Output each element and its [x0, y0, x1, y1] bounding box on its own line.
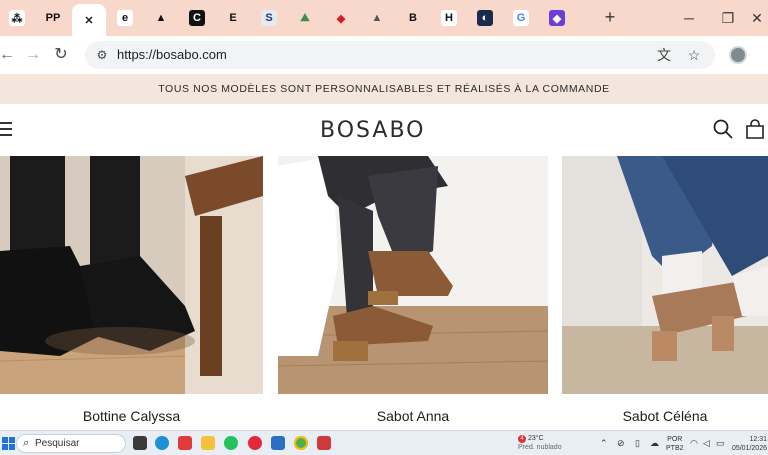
restore-button[interactable]: ❐: [717, 8, 739, 28]
lips-icon: ◆: [336, 12, 346, 25]
battery-icon[interactable]: ▯: [635, 438, 640, 449]
product-name[interactable]: Sabot Anna: [278, 408, 548, 424]
profile-avatar[interactable]: [729, 46, 747, 64]
shopping-bag-icon[interactable]: [744, 118, 766, 140]
task-view-icon[interactable]: [133, 436, 147, 450]
cloud-icon[interactable]: ☁: [650, 438, 659, 449]
close-icon[interactable]: ✕: [81, 12, 97, 28]
language-primary: POR: [667, 436, 683, 443]
pp-icon: PP: [45, 12, 61, 24]
file-explorer-icon[interactable]: [201, 436, 215, 450]
windows-start-icon[interactable]: [2, 437, 15, 450]
browser-tab[interactable]: ✕: [72, 4, 106, 36]
adidas-icon: ▲: [155, 12, 167, 24]
language-secondary: PTB2: [666, 445, 684, 452]
e-italic-icon: E: [229, 12, 237, 24]
browser-tab[interactable]: S: [252, 5, 286, 31]
landscape-icon: ⛰: [300, 11, 310, 24]
product-card[interactable]: Sabot Anna: [278, 156, 548, 430]
edge-icon[interactable]: [155, 436, 169, 450]
product-card[interactable]: Bottine Calyssa: [0, 156, 263, 430]
search-icon[interactable]: [712, 118, 734, 140]
browser-tab[interactable]: ◐: [468, 5, 502, 31]
forward-arrow-icon[interactable]: →: [22, 44, 44, 66]
clock-date: 05/01/2026: [731, 445, 767, 452]
opera-icon[interactable]: [248, 436, 262, 450]
whatsapp-icon[interactable]: [224, 436, 238, 450]
site-settings-icon[interactable]: ⚙: [93, 46, 111, 64]
weather-widget[interactable]: 4 23°C Pred. nublado: [518, 434, 562, 452]
banner-text: TOUS NOS MODÈLES SONT PERSONNALISABLES E…: [158, 83, 610, 95]
swirl-icon: ◐: [477, 10, 493, 26]
browser-tab[interactable]: ⛰: [288, 5, 322, 31]
browser-tab[interactable]: C: [180, 5, 214, 31]
product-image[interactable]: [562, 156, 768, 394]
e-icon: e: [117, 10, 133, 26]
browser-tab-strip: ⁂ PP ✕ e ▲ C E S ⛰ ◆ ▲ B H ◐ G ◆ + ─ ❐ ✕: [0, 0, 768, 36]
browser-tab[interactable]: B: [396, 5, 430, 31]
new-tab-button[interactable]: +: [600, 7, 620, 27]
product-image[interactable]: [0, 156, 263, 394]
minimize-button[interactable]: ─: [678, 8, 700, 28]
photos-icon[interactable]: [271, 436, 285, 450]
back-arrow-icon[interactable]: ←: [0, 44, 18, 66]
weather-badge: 4: [518, 435, 526, 443]
browser-tab[interactable]: e: [108, 5, 142, 31]
browser-tab[interactable]: ⁂: [0, 5, 34, 31]
video-app-icon[interactable]: [178, 436, 192, 450]
triangle-icon: ▲: [371, 12, 383, 24]
site-header: BOSABO: [0, 104, 768, 156]
chrome-icon[interactable]: [294, 436, 308, 450]
google-icon: G: [513, 10, 529, 26]
language-indicator[interactable]: POR PTB2: [666, 435, 684, 453]
browser-tab[interactable]: ◆: [324, 5, 358, 31]
weather-temp: 23°C: [527, 435, 544, 442]
search-icon: ⌕: [23, 437, 30, 449]
s-icon: S: [261, 10, 277, 26]
product-image[interactable]: [278, 156, 548, 394]
app-grid-icon[interactable]: [317, 436, 331, 450]
purple-icon: ◆: [549, 10, 565, 26]
h-icon: H: [441, 10, 457, 26]
chevron-up-icon[interactable]: ⌃: [600, 438, 608, 449]
power-icon[interactable]: ▭: [716, 438, 725, 449]
url-text[interactable]: https://bosabo.com: [117, 47, 227, 62]
clock[interactable]: 12:31 05/01/2026: [731, 435, 767, 453]
asterisk-icon: ⁂: [9, 10, 25, 26]
volume-icon[interactable]: ◁: [703, 438, 710, 449]
windows-taskbar: ⌕ Pesquisar 4 23°C Pred. nublado ⌃ ⊘ ▯ ☁…: [0, 430, 768, 455]
announcement-banner: TOUS NOS MODÈLES SONT PERSONNALISABLES E…: [0, 74, 768, 104]
browser-tab[interactable]: ▲: [360, 5, 394, 31]
taskbar-search-label: Pesquisar: [35, 438, 80, 449]
browser-tab[interactable]: ▲: [144, 5, 178, 31]
site-logo[interactable]: BOSABO: [320, 118, 425, 143]
product-name[interactable]: Bottine Calyssa: [0, 408, 263, 424]
reload-icon[interactable]: ↻: [50, 44, 72, 66]
clock-time: 12:31: [749, 436, 767, 443]
product-name[interactable]: Sabot Céléna: [562, 408, 768, 424]
browser-tab[interactable]: PP: [36, 5, 70, 31]
wifi-icon[interactable]: ◠: [690, 438, 698, 449]
hamburger-menu-icon[interactable]: [0, 122, 12, 136]
b-icon: B: [409, 12, 417, 24]
browser-toolbar: ← → ↻ ⚙ https://bosabo.com 文 ☆: [0, 36, 768, 74]
taskbar-search[interactable]: ⌕ Pesquisar: [16, 434, 126, 453]
weather-desc: Pred. nublado: [518, 444, 562, 451]
bookmark-star-icon[interactable]: ☆: [685, 46, 703, 64]
browser-tab[interactable]: E: [216, 5, 250, 31]
product-grid: Bottine Calyssa Sabot Anna Sabot Céléna: [0, 156, 768, 430]
browser-tab[interactable]: G: [504, 5, 538, 31]
address-bar[interactable]: ⚙ https://bosabo.com 文 ☆: [85, 41, 715, 69]
translate-icon[interactable]: 文: [655, 46, 673, 64]
c-icon: C: [189, 10, 205, 26]
product-card[interactable]: Sabot Céléna: [562, 156, 768, 430]
window-close-button[interactable]: ✕: [746, 8, 768, 28]
network-icon[interactable]: ⊘: [617, 438, 625, 449]
browser-tab[interactable]: ◆: [540, 5, 574, 31]
browser-tab[interactable]: H: [432, 5, 466, 31]
